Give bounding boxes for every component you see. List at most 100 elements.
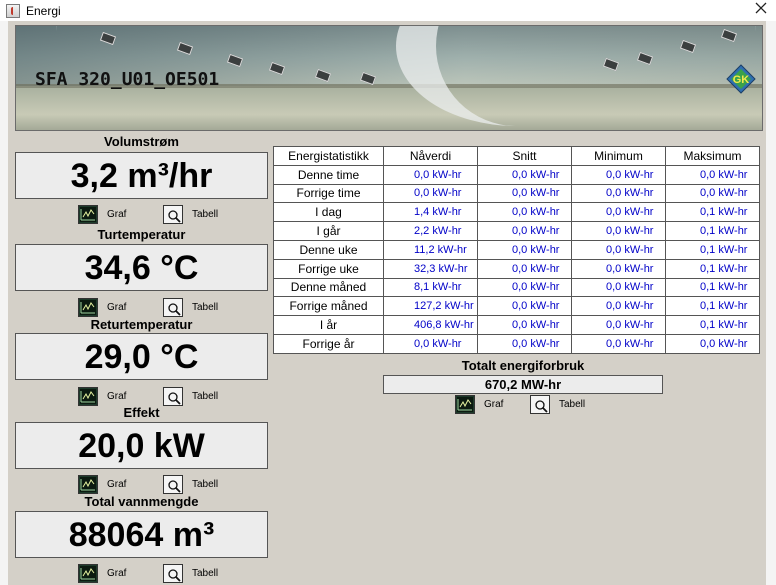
metric-buttons-turtemperatur: Graf Tabell: [78, 297, 268, 317]
table-button-label: Tabell: [192, 208, 219, 220]
close-icon: [755, 2, 767, 14]
row-label: I går: [273, 221, 384, 241]
table-row: Forrige time 0,0 kW-hr 0,0 kW-hr 0,0 kW-…: [273, 183, 760, 204]
graph-button[interactable]: Graf: [78, 474, 126, 494]
value-cell: 0,0 kW-hr: [571, 164, 666, 185]
metric-value-returtemperatur: 29,0 °C: [15, 333, 268, 380]
table-button[interactable]: Tabell: [163, 563, 218, 583]
table-button-label: Tabell: [192, 301, 219, 313]
window-title: Energi: [26, 3, 61, 18]
magnifier-table-icon: [163, 386, 183, 406]
metric-buttons-returtemperatur: Graf Tabell: [78, 386, 268, 406]
value-cell: 127,2 kW-hr: [383, 296, 478, 317]
graph-button-label: Graf: [484, 398, 504, 410]
value-cell: 0,0 kW-hr: [571, 258, 666, 279]
metric-label-total-vannmengde: Total vannmengde: [84, 494, 199, 509]
graph-button[interactable]: Graf: [455, 394, 503, 414]
column-header: Nåverdi: [383, 146, 478, 166]
value-cell: 8,1 kW-hr: [383, 277, 478, 298]
value-cell: 0,0 kW-hr: [571, 296, 666, 317]
metric-buttons-volumstrom: Graf Tabell: [78, 204, 268, 224]
value-cell: 0,0 kW-hr: [477, 221, 572, 241]
table-button[interactable]: Tabell: [163, 204, 218, 224]
total-energy-buttons: Graf Tabell: [455, 394, 645, 414]
value-cell: 0,0 kW-hr: [477, 202, 572, 223]
value-cell: 406,8 kW-hr: [383, 315, 478, 335]
value-cell: 2,2 kW-hr: [383, 221, 478, 241]
row-label: I dag: [273, 202, 384, 223]
total-energy-value: 670,2 MW-hr: [383, 375, 663, 394]
graph-icon: [78, 563, 98, 583]
magnifier-table-icon: [163, 297, 183, 317]
value-cell: 0,0 kW-hr: [477, 296, 572, 317]
graph-icon: [78, 297, 98, 317]
table-button-label: Tabell: [192, 567, 219, 579]
value-cell: 0,1 kW-hr: [665, 202, 760, 223]
metric-label-turtemperatur: Turtemperatur: [97, 227, 186, 242]
device-title: SFA 320_U01_OE501: [35, 69, 220, 90]
graph-button[interactable]: Graf: [78, 297, 126, 317]
logo-text: GK: [733, 74, 750, 86]
value-cell: 0,0 kW-hr: [571, 239, 666, 260]
graph-button-label: Graf: [107, 208, 127, 220]
metric-buttons-effekt: Graf Tabell: [78, 474, 268, 494]
metric-label-volumstrom: Volumstrøm: [104, 134, 179, 149]
table-row: I år 406,8 kW-hr 0,0 kW-hr 0,0 kW-hr 0,1…: [273, 315, 760, 335]
value-cell: 0,0 kW-hr: [477, 277, 572, 298]
column-header: Minimum: [571, 146, 666, 166]
value-cell: 0,0 kW-hr: [477, 183, 572, 204]
value-cell: 0,1 kW-hr: [665, 258, 760, 279]
graph-button[interactable]: Graf: [78, 563, 126, 583]
close-button[interactable]: [752, 1, 770, 19]
value-cell: 0,0 kW-hr: [477, 333, 572, 354]
value-cell: 32,3 kW-hr: [383, 258, 478, 279]
value-cell: 0,0 kW-hr: [571, 333, 666, 354]
value-cell: 0,0 kW-hr: [383, 164, 478, 185]
value-cell: 0,0 kW-hr: [383, 183, 478, 204]
graph-icon: [455, 394, 475, 414]
value-cell: 0,0 kW-hr: [665, 164, 760, 185]
value-cell: 0,0 kW-hr: [571, 315, 666, 335]
value-cell: 1,4 kW-hr: [383, 202, 478, 223]
value-cell: 0,0 kW-hr: [571, 183, 666, 204]
table-header-row: Energistatistikk Nåverdi Snitt Minimum M…: [273, 146, 760, 166]
value-cell: 0,0 kW-hr: [665, 333, 760, 354]
table-row: Denne time 0,0 kW-hr 0,0 kW-hr 0,0 kW-hr…: [273, 164, 760, 185]
value-cell: 0,0 kW-hr: [665, 183, 760, 204]
graph-button[interactable]: Graf: [78, 386, 126, 406]
row-label: Denne måned: [273, 277, 384, 298]
table-button[interactable]: Tabell: [163, 386, 218, 406]
metric-value-turtemperatur: 34,6 °C: [15, 244, 268, 291]
value-cell: 0,0 kW-hr: [477, 315, 572, 335]
content-area: SFA 320_U01_OE501 GK Volumstrøm 3,2 m³/h…: [0, 21, 776, 585]
table-row: I går 2,2 kW-hr 0,0 kW-hr 0,0 kW-hr 0,1 …: [273, 221, 760, 241]
value-cell: 0,1 kW-hr: [665, 315, 760, 335]
value-cell: 0,1 kW-hr: [665, 296, 760, 317]
metric-label-effekt: Effekt: [123, 405, 160, 420]
column-header: Snitt: [477, 146, 572, 166]
value-cell: 0,0 kW-hr: [477, 258, 572, 279]
row-label: Denne time: [273, 164, 384, 185]
graph-button[interactable]: Graf: [78, 204, 126, 224]
table-button[interactable]: Tabell: [163, 297, 218, 317]
value-cell: 0,0 kW-hr: [477, 239, 572, 260]
magnifier-table-icon: [163, 204, 183, 224]
graph-icon: [78, 204, 98, 224]
value-cell: 0,0 kW-hr: [477, 164, 572, 185]
table-button[interactable]: Tabell: [530, 394, 585, 414]
graph-icon: [78, 474, 98, 494]
table-button[interactable]: Tabell: [163, 474, 218, 494]
table-row: Forrige uke 32,3 kW-hr 0,0 kW-hr 0,0 kW-…: [273, 258, 760, 279]
metric-value-effekt: 20,0 kW: [15, 422, 268, 469]
column-header: Energistatistikk: [273, 146, 384, 166]
table-row: Forrige år 0,0 kW-hr 0,0 kW-hr 0,0 kW-hr…: [273, 333, 760, 354]
graph-button-label: Graf: [107, 478, 127, 490]
table-button-label: Tabell: [192, 478, 219, 490]
table-button-label: Tabell: [559, 398, 586, 410]
table-row: Denne måned 8,1 kW-hr 0,0 kW-hr 0,0 kW-h…: [273, 277, 760, 298]
gk-logo: GK: [726, 64, 756, 94]
energy-stats-table: Energistatistikk Nåverdi Snitt Minimum M…: [273, 146, 760, 354]
title-bar: Energi: [0, 0, 776, 21]
value-cell: 0,0 kW-hr: [571, 202, 666, 223]
table-row: Forrige måned 127,2 kW-hr 0,0 kW-hr 0,0 …: [273, 296, 760, 317]
